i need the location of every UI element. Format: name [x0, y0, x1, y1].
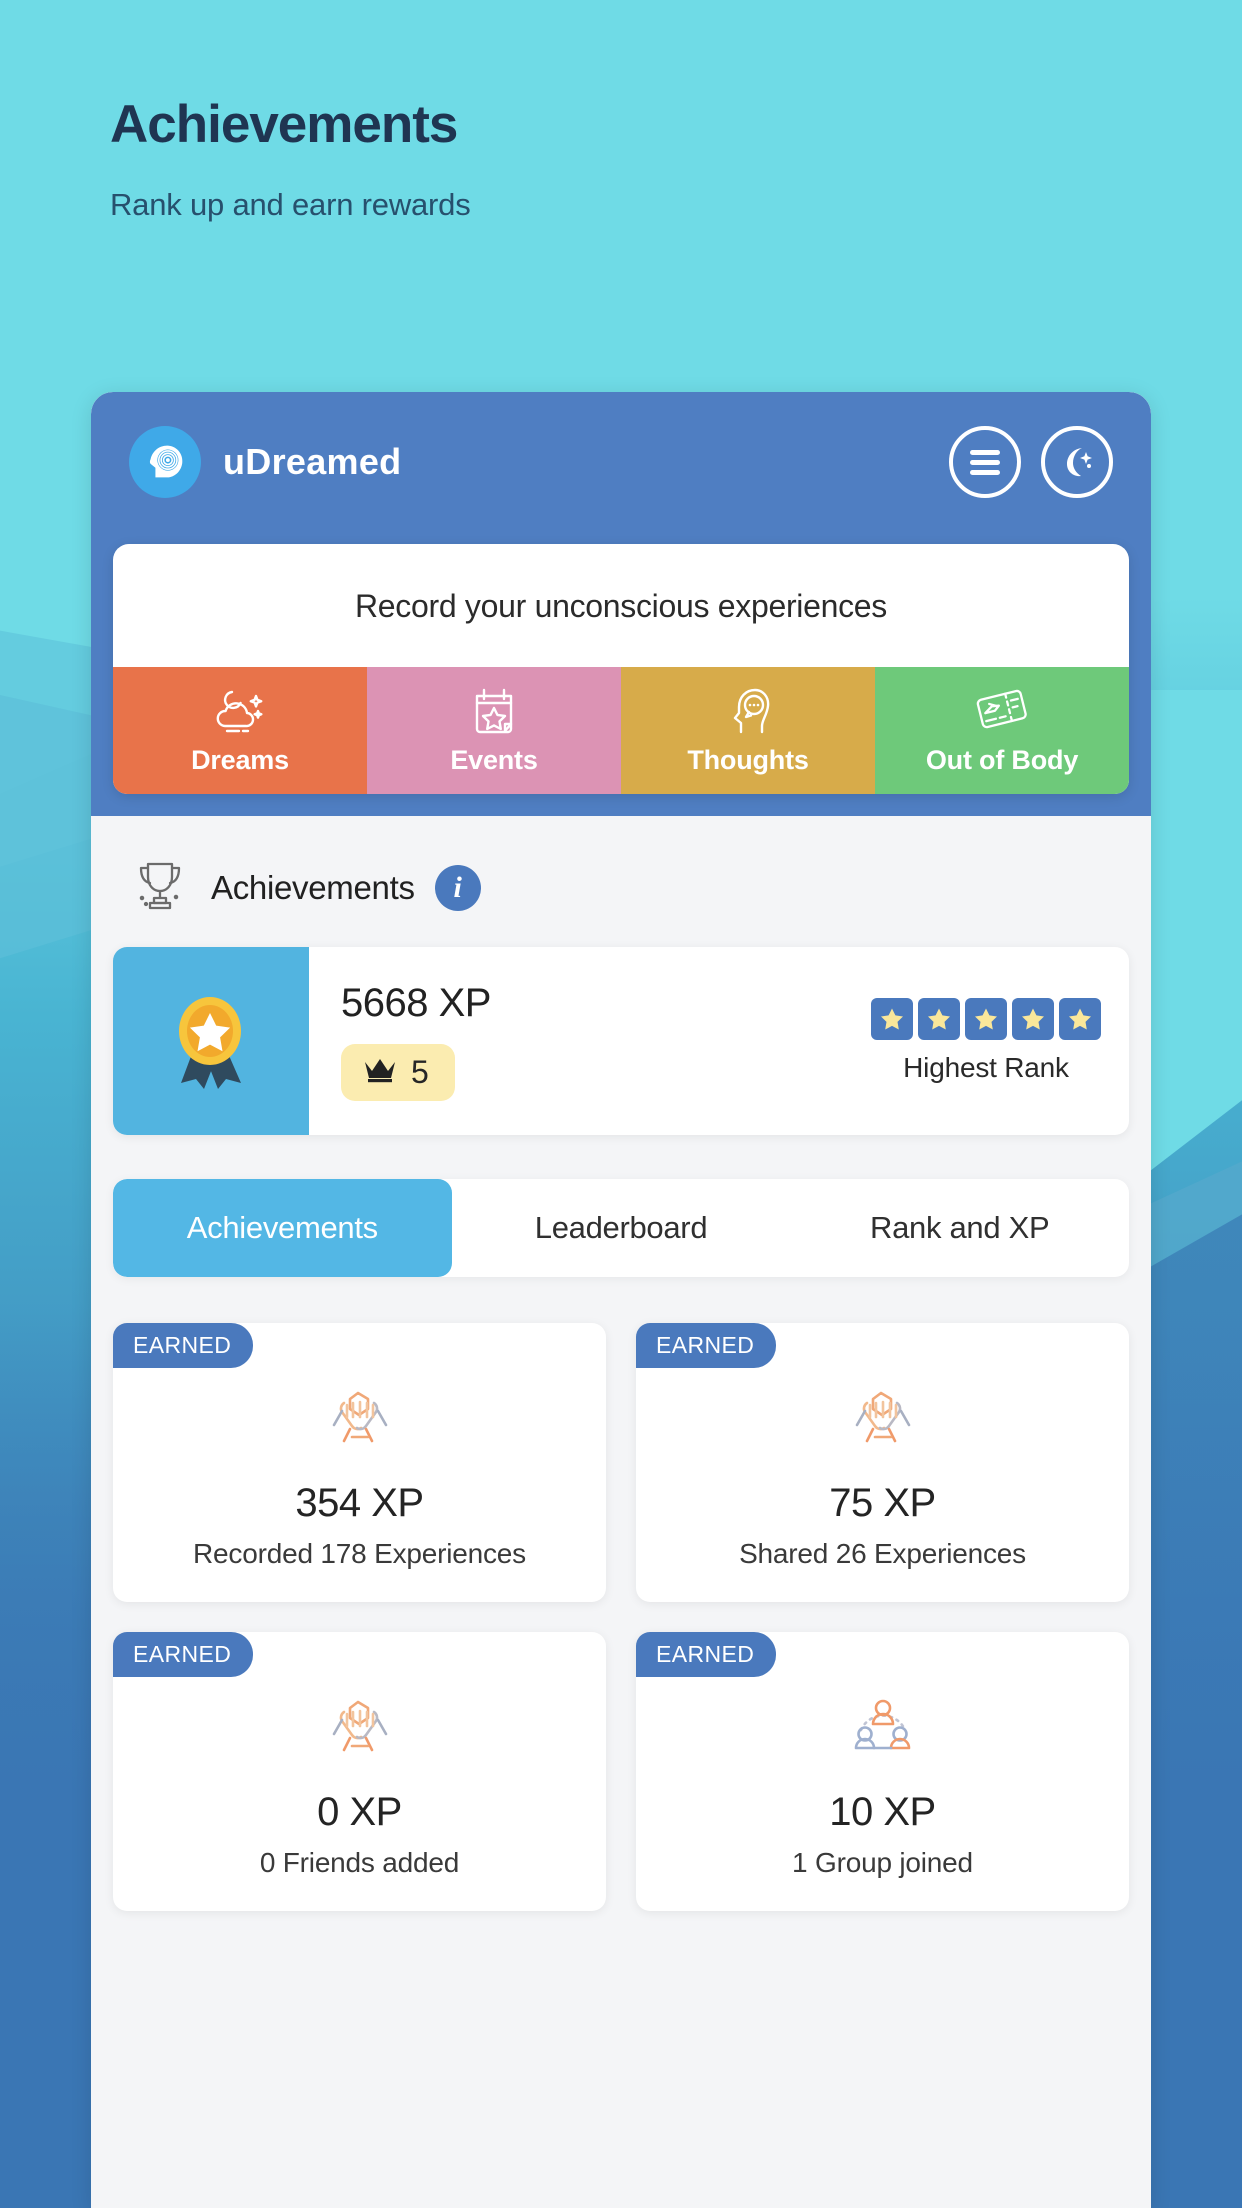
category-label: Events — [450, 745, 538, 775]
star-rating — [871, 998, 1101, 1040]
achievement-desc: 1 Group joined — [792, 1846, 973, 1878]
hamburger-menu-icon[interactable] — [949, 426, 1021, 498]
achievements-section-header: Achievements i — [113, 816, 1129, 947]
star-icon — [918, 998, 960, 1040]
achievement-xp: 0 XP — [317, 1789, 402, 1834]
achievement-xp: 75 XP — [829, 1481, 936, 1525]
earned-badge: EARNED — [113, 1631, 254, 1677]
xp-left-column: 5668 XP 5 — [341, 981, 491, 1101]
tab-rank-and-xp[interactable]: Rank and XP — [790, 1179, 1129, 1277]
app-body: Achievements i 5668 XP 5 Highest Rank Ac… — [91, 816, 1151, 1911]
achievements-tabs: Achievements Leaderboard Rank and XP — [113, 1179, 1129, 1277]
tab-leaderboard[interactable]: Leaderboard — [452, 1179, 791, 1277]
achievement-desc: 0 Friends added — [259, 1846, 460, 1878]
handshake-icon — [320, 1680, 400, 1772]
page-title: Achievements — [110, 95, 458, 154]
handshake-icon — [843, 1371, 923, 1463]
highest-rank-label: Highest Rank — [903, 1052, 1069, 1083]
xp-info: 5668 XP 5 Highest Rank — [309, 947, 1129, 1135]
app-top-bar: uDreamed — [91, 392, 1151, 532]
star-icon — [1012, 998, 1054, 1040]
xp-value: 5668 XP — [341, 981, 491, 1025]
moon-cloud-icon — [212, 681, 268, 739]
moon-stars-icon[interactable] — [1041, 426, 1113, 498]
achievement-xp: 10 XP — [829, 1789, 936, 1834]
head-spiral-icon — [129, 426, 201, 498]
category-label: Thoughts — [687, 745, 809, 775]
xp-right-column: Highest Rank — [871, 998, 1101, 1084]
achievement-card[interactable]: EARNED 75 XP Shared 26 Experiences — [636, 1323, 1129, 1602]
achievement-xp: 354 XP — [295, 1481, 424, 1525]
achievements-grid: EARNED 354 XP Recorded 178 Experiences E… — [113, 1323, 1129, 1911]
group-people-icon — [843, 1680, 923, 1772]
xp-summary-card: 5668 XP 5 Highest Rank — [113, 947, 1129, 1135]
page-heading-block: Achievements Rank up and earn rewards — [110, 95, 471, 223]
app-header: uDreamed Record your unconscious experie… — [91, 392, 1151, 816]
star-icon — [871, 998, 913, 1040]
earned-badge: EARNED — [636, 1631, 777, 1677]
head-thought-bubble-icon — [724, 681, 772, 739]
achievement-card[interactable]: EARNED 354 XP Recorded 178 Experiences — [113, 1323, 606, 1602]
calendar-star-icon — [469, 681, 519, 739]
tab-achievements[interactable]: Achievements — [113, 1179, 452, 1277]
category-events[interactable]: Events — [367, 667, 621, 794]
category-label: Out of Body — [925, 745, 1079, 775]
star-icon — [1059, 998, 1101, 1040]
achievement-card[interactable]: EARNED 0 XP 0 Friends added — [113, 1631, 606, 1911]
category-thoughts[interactable]: Thoughts — [621, 667, 875, 794]
earned-badge: EARNED — [113, 1323, 254, 1368]
app-bar-actions — [949, 426, 1113, 498]
category-label: Dreams — [191, 745, 289, 775]
achievement-desc: Shared 26 Experiences — [739, 1538, 1026, 1569]
star-icon — [965, 998, 1007, 1040]
medal-star-icon — [113, 947, 309, 1135]
achievement-card[interactable]: EARNED 10 XP 1 Group joined — [636, 1631, 1129, 1911]
crown-icon — [363, 1057, 397, 1088]
handshake-icon — [320, 1371, 400, 1463]
rank-pill: 5 — [341, 1044, 455, 1101]
earned-badge: EARNED — [636, 1323, 777, 1368]
category-dreams[interactable]: Dreams — [113, 667, 367, 794]
achievement-desc: Recorded 178 Experiences — [193, 1538, 526, 1569]
achievements-section-label: Achievements — [211, 868, 415, 906]
category-out-of-body[interactable]: Out of Body — [875, 667, 1129, 794]
page-subtitle: Rank up and earn rewards — [110, 187, 471, 223]
record-card: Record your unconscious experiences Drea… — [113, 544, 1129, 794]
record-card-title: Record your unconscious experiences — [354, 588, 888, 624]
trophy-icon — [129, 854, 191, 921]
rank-number: 5 — [411, 1054, 429, 1090]
app-name-label: uDreamed — [223, 441, 402, 482]
phone-screenshot-frame: uDreamed Record your unconscious experie… — [91, 392, 1151, 2208]
info-icon[interactable]: i — [434, 864, 481, 911]
flying-ticket-icon — [973, 681, 1031, 739]
category-row: Dreams Events Thoughts Out of Body — [113, 667, 1129, 794]
